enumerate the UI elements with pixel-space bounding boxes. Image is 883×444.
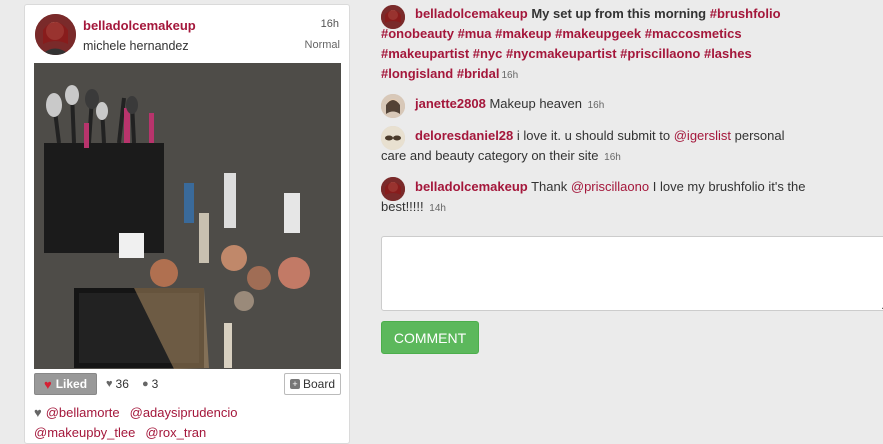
comment-avatar[interactable] [381,177,405,201]
heart-icon: ♥ [43,376,52,392]
caption-text: My set up from this morning [531,6,707,21]
comment-username[interactable]: deloresdaniel28 [415,128,513,143]
plus-icon: + [289,379,300,389]
comment-text: Thank [531,179,568,194]
post-time: 16h [320,18,339,30]
user-avatar[interactable] [35,14,76,55]
comment-text: I love my brushfolio it's the [652,179,806,194]
liker-link[interactable]: @rox_tran [145,425,206,440]
comment-text: personal [734,128,785,143]
post-photo[interactable] [34,63,341,369]
comment-time: 16h [587,100,605,111]
liked-button[interactable]: ♥ Liked [34,373,97,395]
board-button[interactable]: + Board [284,373,341,395]
comment-avatar[interactable] [381,126,405,150]
liker-link[interactable]: @adaysiprudencio [130,405,238,420]
comment-mention[interactable]: @igerslist [674,128,731,143]
caption-hashtags[interactable]: #onobeauty #mua #makeup #makeupgeek #mac… [381,26,742,41]
comment-text: i love it. u should submit to [516,128,671,143]
caption-avatar[interactable] [381,5,405,29]
comment-mention[interactable]: @priscillaono [571,179,649,194]
board-label: Board [302,377,336,391]
liked-label: Liked [55,377,88,391]
post-filter: Normal [304,39,340,51]
caption-hashtags[interactable]: #makeupartist #nyc #nycmakeupartist #pri… [381,46,752,61]
comment-item: belladolcemakeup Thank @priscillaono I l… [381,177,883,219]
heart-icon: ♥ [34,405,42,420]
heart-icon: ♥ [106,378,113,390]
comment-time: 14h [429,203,446,214]
comment-input[interactable] [381,236,883,311]
comments-count: 3 [151,377,159,391]
comment-time: 16h [604,152,621,163]
comment-username[interactable]: janette2808 [415,96,486,111]
comment-item: deloresdaniel28 i love it. u should subm… [381,126,883,168]
comment-bubble-icon: ● [142,378,149,390]
comment-avatar[interactable] [381,94,405,118]
likers-list: ♥ @bellamorte @adaysiprudencio @makeupby_t… [34,403,344,443]
post-card: belladolcemakeup michele hernandez 16h N… [24,4,350,444]
likes-count: 36 [115,377,129,391]
comment-text: best!!!!! [381,199,424,214]
caption-hashtags[interactable]: #longisland #bridal [381,66,499,81]
caption-username[interactable]: belladolcemakeup [415,6,528,21]
comment-text: Makeup heaven [489,96,582,111]
comment-button[interactable]: COMMENT [381,321,479,354]
post-fullname: michele hernandez [83,39,189,53]
post-username[interactable]: belladolcemakeup [83,18,196,33]
comments-stat: ● 3 [142,377,158,391]
caption-hashtags[interactable]: #brushfolio [710,6,781,21]
post-actions: ♥ Liked ♥ 36 ● 3 + Board [34,373,341,395]
liker-link[interactable]: @bellamorte [46,405,120,420]
liker-link[interactable]: @makeupby_tlee [34,425,135,440]
post-header: belladolcemakeup michele hernandez 16h N… [25,5,349,63]
comment-username[interactable]: belladolcemakeup [415,179,528,194]
likes-stat: ♥ 36 [106,377,129,391]
comment-text: care and beauty category on their site [381,148,599,163]
caption: belladolcemakeup My set up from this mor… [381,4,883,86]
caption-time: 16h [501,70,519,81]
comment-item: janette2808 Makeup heaven 16h [381,94,883,118]
